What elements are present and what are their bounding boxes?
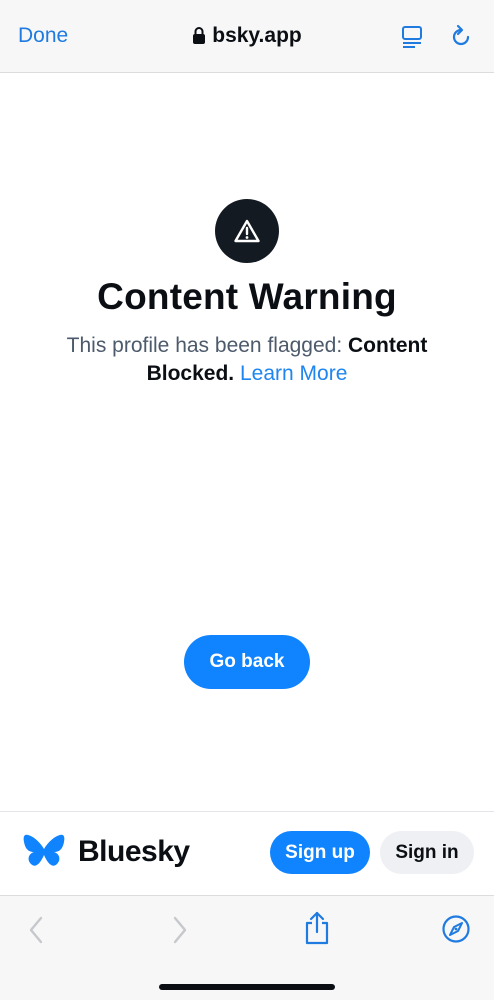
bluesky-footer: Bluesky Sign up Sign in xyxy=(0,811,494,895)
description-text: This profile has been flagged: xyxy=(66,334,349,357)
back-icon[interactable] xyxy=(26,914,48,951)
browser-top-bar: Done bsky.app xyxy=(0,0,494,73)
reload-icon[interactable] xyxy=(448,24,474,55)
sign-up-button[interactable]: Sign up xyxy=(270,831,370,874)
go-back-button[interactable]: Go back xyxy=(184,635,310,689)
warning-description: This profile has been flagged: Content B… xyxy=(40,332,454,388)
share-icon[interactable] xyxy=(302,910,332,951)
sign-in-button[interactable]: Sign in xyxy=(380,831,474,874)
safari-compass-icon[interactable] xyxy=(441,914,471,949)
brand-name: Bluesky xyxy=(78,835,190,868)
warning-triangle-icon xyxy=(215,199,279,263)
lock-icon xyxy=(192,26,206,50)
url-text: bsky.app xyxy=(212,24,302,47)
bluesky-logo-icon xyxy=(23,834,65,875)
reader-icon[interactable] xyxy=(400,24,424,55)
page-title: Content Warning xyxy=(97,276,397,317)
forward-icon[interactable] xyxy=(168,914,190,951)
home-indicator xyxy=(159,984,335,990)
learn-more-link[interactable]: Learn More xyxy=(240,362,347,385)
